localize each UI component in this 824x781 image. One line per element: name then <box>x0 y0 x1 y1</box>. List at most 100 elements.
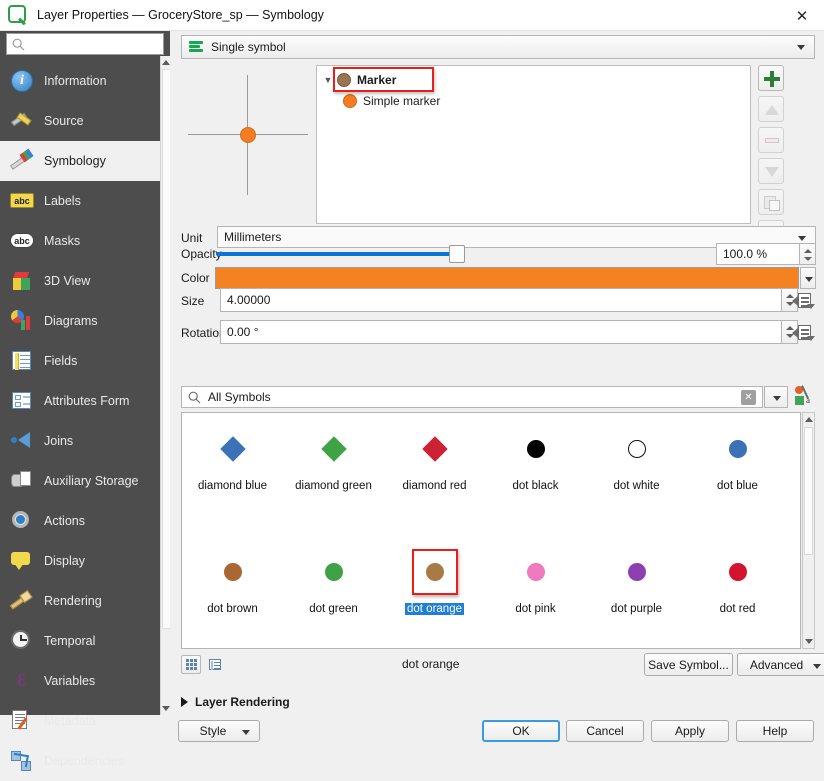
sidebar-item-labels[interactable]: abc Labels <box>0 181 160 221</box>
sidebar-item-actions[interactable]: Actions <box>0 501 160 541</box>
color-dropdown-button[interactable] <box>800 267 816 289</box>
sidebar-item-information[interactable]: i Information <box>0 61 160 101</box>
source-icon <box>9 108 35 134</box>
sidebar-item-label: Dependencies <box>44 754 124 768</box>
chevron-down-icon <box>813 664 821 669</box>
sidebar-item-metadata[interactable]: Metadata <box>0 701 160 741</box>
sidebar-item-label: Attributes Form <box>44 394 130 408</box>
symbol-label: dot orange <box>405 603 464 615</box>
opacity-input[interactable]: 100.0 % <box>716 243 800 265</box>
chevron-down-icon[interactable]: ▼ <box>321 75 335 85</box>
color-swatch[interactable] <box>215 267 799 289</box>
current-symbol-name: dot orange <box>402 657 460 671</box>
sidebar-item-symbology[interactable]: Symbology <box>0 141 160 181</box>
opacity-slider[interactable] <box>216 243 466 265</box>
opacity-stepper[interactable] <box>800 243 816 265</box>
sidebar-item-label: Labels <box>44 194 81 208</box>
symbol-cell[interactable]: diamond blue <box>182 418 283 518</box>
symbol-label: diamond red <box>402 480 467 492</box>
fields-icon <box>9 348 35 374</box>
tree-row[interactable]: ▼ Marker <box>317 69 750 90</box>
sidebar-item-variables[interactable]: Ɛ Variables <box>0 661 160 701</box>
sidebar-item-dependencies[interactable]: Dependencies <box>0 741 160 781</box>
chevron-down-icon <box>805 277 813 282</box>
sidebar-item-diagrams[interactable]: Diagrams <box>0 301 160 341</box>
symbol-cell[interactable]: dot white <box>586 418 687 518</box>
chevron-down-icon <box>242 730 250 735</box>
sidebar-item-auxiliary-storage[interactable]: Auxiliary Storage <box>0 461 160 501</box>
sidebar-item-source[interactable]: Source <box>0 101 160 141</box>
sidebar-item-rendering[interactable]: Rendering <box>0 581 160 621</box>
size-data-defined-override-button[interactable] <box>792 291 815 311</box>
gallery-scrollbar[interactable] <box>802 412 815 649</box>
move-down-button[interactable] <box>758 158 784 184</box>
symbol-cell[interactable]: diamond red <box>384 418 485 518</box>
clear-icon[interactable]: ✕ <box>741 390 756 405</box>
symbol-cell[interactable]: diamond green <box>283 418 384 518</box>
style-manager-icon[interactable]: a <box>792 384 816 408</box>
tree-node-label: Simple marker <box>363 93 441 108</box>
sidebar-item-display[interactable]: Display <box>0 541 160 581</box>
symbol-cell[interactable]: dot pink <box>485 541 586 641</box>
remove-symbol-layer-button[interactable] <box>758 127 784 153</box>
layer-rendering-label: Layer Rendering <box>195 695 290 709</box>
rotation-input[interactable]: 0.00 ° <box>220 320 782 344</box>
unit-value: Millimeters <box>224 230 282 244</box>
scroll-up-icon[interactable] <box>803 413 814 426</box>
symbol-cell[interactable]: dot purple <box>586 541 687 641</box>
duplicate-layer-button[interactable] <box>758 189 784 215</box>
symbol-search-input[interactable]: All Symbols ✕ <box>181 386 763 408</box>
help-button[interactable]: Help <box>736 720 814 742</box>
symbol-cell[interactable]: dot black <box>485 418 586 518</box>
slider-handle[interactable] <box>449 245 465 263</box>
close-icon[interactable]: ✕ <box>780 0 824 31</box>
ok-button[interactable]: OK <box>482 720 560 742</box>
rotation-data-defined-override-button[interactable] <box>792 323 815 343</box>
sidebar-item-attributes-form[interactable]: Attributes Form <box>0 381 160 421</box>
scrollbar-thumb[interactable] <box>804 427 813 555</box>
sidebar-item-joins[interactable]: Joins <box>0 421 160 461</box>
apply-button[interactable]: Apply <box>651 720 729 742</box>
grid-view-button[interactable] <box>181 655 201 674</box>
window-title: Layer Properties — GroceryStore_sp — Sym… <box>37 8 324 22</box>
sidebar-scrollbar[interactable] <box>160 56 171 715</box>
cancel-button[interactable]: Cancel <box>566 720 644 742</box>
tree-row[interactable]: Simple marker <box>317 90 750 111</box>
sidebar-search[interactable] <box>6 33 164 55</box>
sidebar-item-fields[interactable]: Fields <box>0 341 160 381</box>
symbol-cell-selected[interactable]: dot orange <box>384 541 485 641</box>
symbol-layer-tree[interactable]: ▼ Marker Simple marker <box>316 65 751 224</box>
symbol-preview <box>178 65 318 205</box>
symbol-cell[interactable]: dot red <box>687 541 788 641</box>
rotation-label: Rotation <box>181 326 226 340</box>
symbol-gallery[interactable]: diamond blue diamond green diamond red d… <box>181 412 801 649</box>
sidebar-item-temporal[interactable]: Temporal <box>0 621 160 661</box>
move-up-button[interactable] <box>758 96 784 122</box>
chevron-down-icon <box>797 45 805 50</box>
symbol-cell[interactable]: dot blue <box>687 418 788 518</box>
marker-swatch-icon <box>337 72 351 87</box>
save-symbol-button[interactable]: Save Symbol... <box>644 653 733 676</box>
list-view-button[interactable] <box>205 655 225 674</box>
sidebar-item-label: Source <box>44 114 84 128</box>
add-symbol-layer-button[interactable] <box>758 65 784 91</box>
size-value: 4.00000 <box>227 293 271 307</box>
size-input[interactable]: 4.00000 <box>220 288 782 312</box>
symbology-panel: Single symbol ▼ Marker Simple marker Uni… <box>170 31 824 742</box>
symbol-cell[interactable]: dot green <box>283 541 384 641</box>
symbol-label: dot purple <box>610 603 663 615</box>
layer-rendering-section[interactable]: Layer Rendering <box>181 695 290 709</box>
scroll-down-icon[interactable] <box>803 635 814 648</box>
qgis-icon <box>8 5 28 25</box>
symbol-cell[interactable]: dot brown <box>182 541 283 641</box>
renderer-type-combo[interactable]: Single symbol <box>181 35 815 59</box>
color-label: Color <box>181 271 210 285</box>
title-bar: Layer Properties — GroceryStore_sp — Sym… <box>0 0 824 31</box>
symbol-filter-dropdown[interactable] <box>764 386 788 408</box>
advanced-button[interactable]: Advanced <box>737 653 824 676</box>
style-button[interactable]: Style <box>178 720 260 742</box>
search-input[interactable] <box>25 35 150 53</box>
sidebar-item-masks[interactable]: abc Masks <box>0 221 160 261</box>
sidebar-item-3d-view[interactable]: 3D View <box>0 261 160 301</box>
symbol-row: dot brown dot green dot orange dot pink <box>182 536 800 641</box>
